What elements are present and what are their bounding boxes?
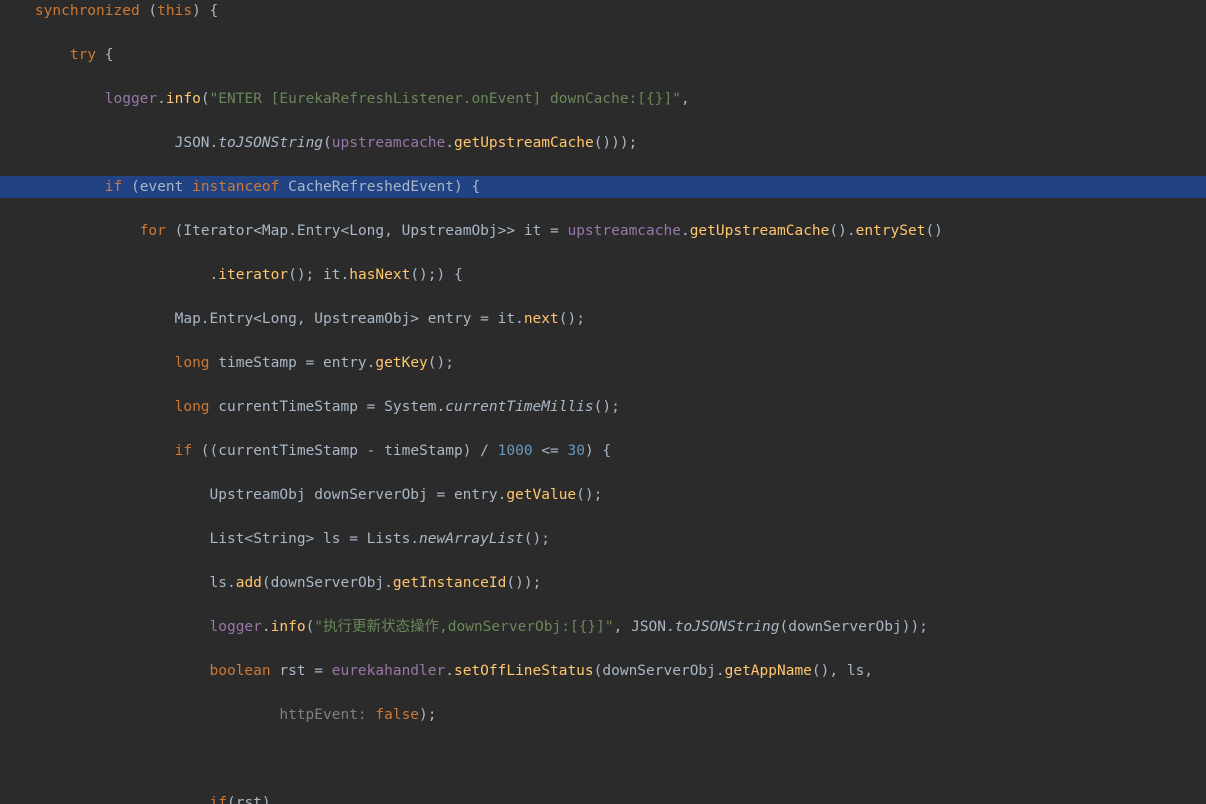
parameter-hint: httpEvent: <box>279 707 375 723</box>
code-line[interactable]: try { <box>0 44 1206 66</box>
code-line[interactable]: List<String> ls = Lists.newArrayList(); <box>0 528 1206 550</box>
code-line[interactable]: long currentTimeStamp = System.currentTi… <box>0 396 1206 418</box>
code-line[interactable]: synchronized (this) { <box>0 0 1206 22</box>
code-line[interactable]: ls.add(downServerObj.getInstanceId()); <box>0 572 1206 594</box>
code-line[interactable]: .iterator(); it.hasNext();) { <box>0 264 1206 286</box>
code-line[interactable]: long timeStamp = entry.getKey(); <box>0 352 1206 374</box>
code-line[interactable]: if(rst) <box>0 792 1206 804</box>
highlighted-line[interactable]: if (event instanceof CacheRefreshedEvent… <box>0 176 1206 198</box>
code-editor[interactable]: synchronized (this) { try { logger.info(… <box>0 0 1206 804</box>
code-line[interactable]: httpEvent: false); <box>0 704 1206 726</box>
code-line[interactable]: Map.Entry<Long, UpstreamObj> entry = it.… <box>0 308 1206 330</box>
code-line[interactable]: if ((currentTimeStamp - timeStamp) / 100… <box>0 440 1206 462</box>
code-block[interactable]: synchronized (this) { try { logger.info(… <box>0 0 1206 804</box>
code-line[interactable]: for (Iterator<Map.Entry<Long, UpstreamOb… <box>0 220 1206 242</box>
code-line[interactable] <box>0 748 1206 770</box>
code-line[interactable]: UpstreamObj downServerObj = entry.getVal… <box>0 484 1206 506</box>
code-line[interactable]: logger.info("ENTER [EurekaRefreshListene… <box>0 88 1206 110</box>
code-line[interactable]: JSON.toJSONString(upstreamcache.getUpstr… <box>0 132 1206 154</box>
code-line[interactable]: boolean rst = eurekahandler.setOffLineSt… <box>0 660 1206 682</box>
code-line[interactable]: logger.info("执行更新状态操作,downServerObj:[{}]… <box>0 616 1206 638</box>
